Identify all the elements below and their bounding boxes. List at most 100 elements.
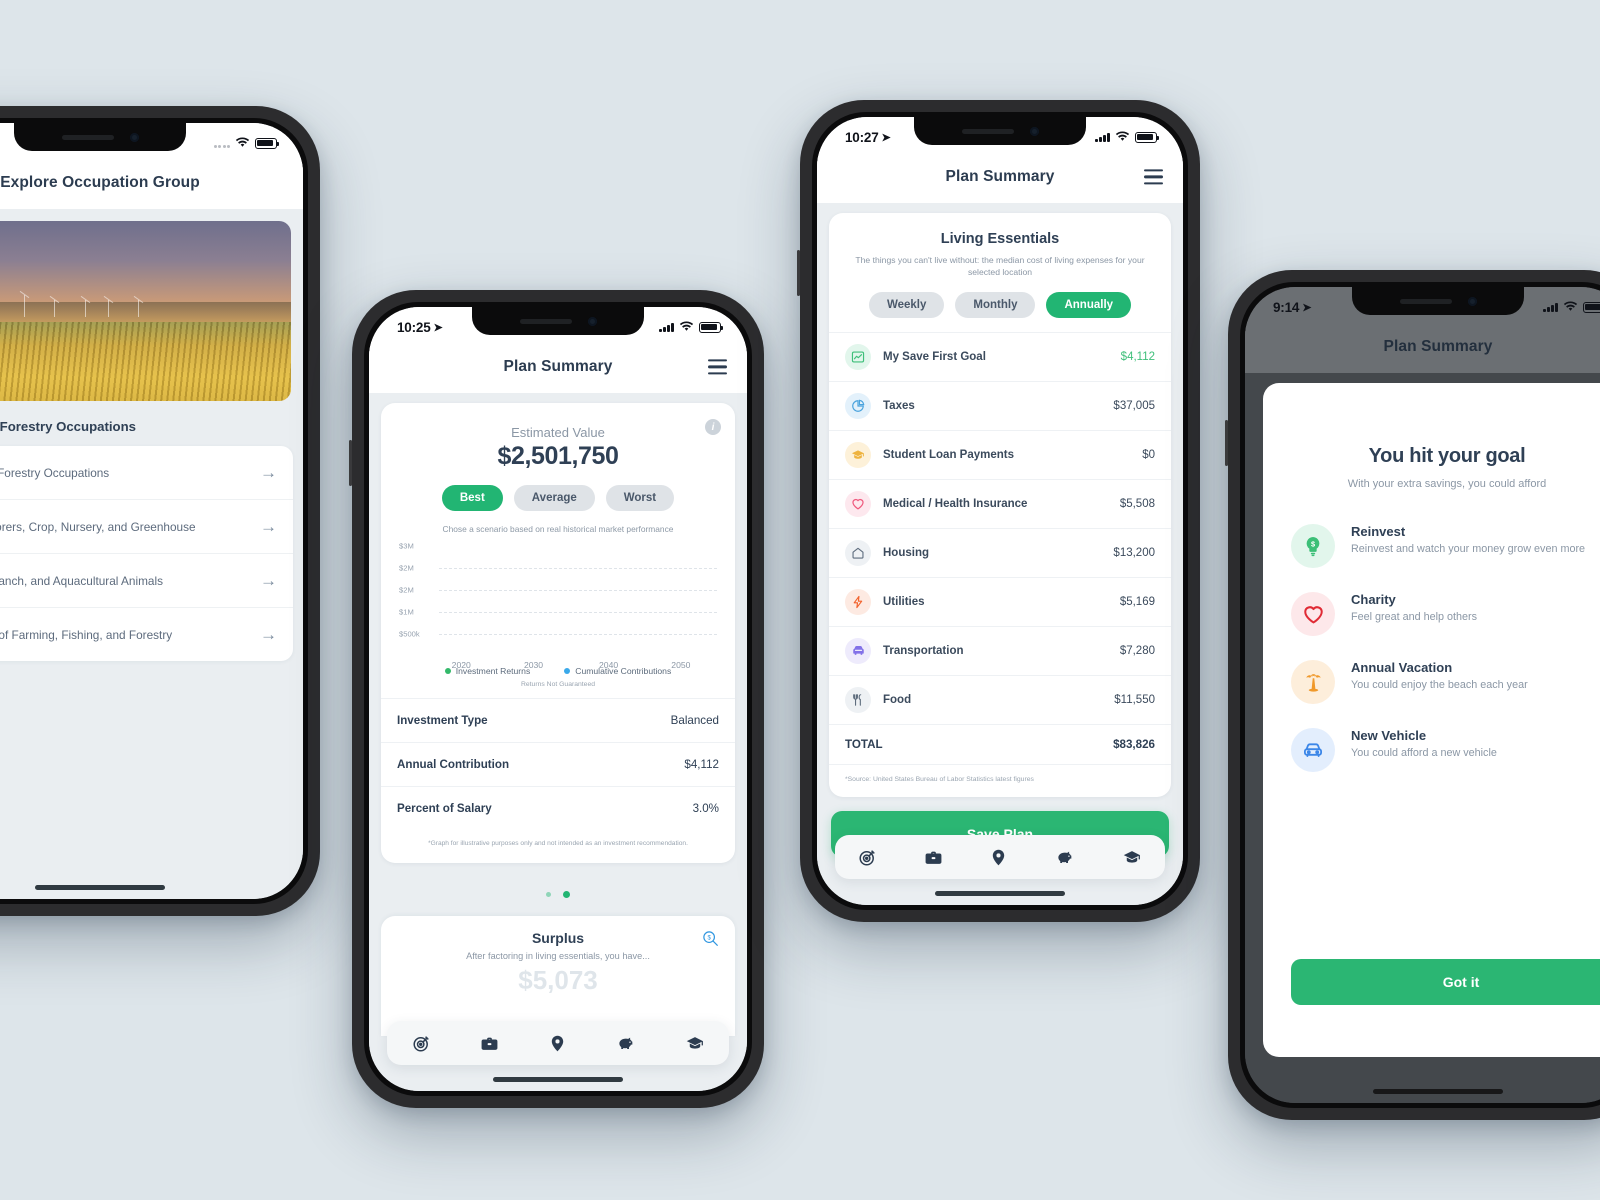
expense-row[interactable]: Taxes $37,005 (829, 380, 1171, 430)
piggy-bank-icon[interactable] (1055, 848, 1075, 867)
scenario-worst-button[interactable]: Worst (605, 485, 675, 511)
battery-icon (255, 137, 280, 149)
status-time: 10:25 (397, 319, 431, 335)
x-tick-label: 2020 (451, 660, 471, 670)
option-text: Reinvest Reinvest and watch your money g… (1351, 524, 1585, 557)
goal-modal-sheet: You hit your goal With your extra saving… (1263, 383, 1600, 1057)
modal-title: You hit your goal (1368, 445, 1526, 467)
phone-screen: 10:25 ➤ Plan Summary i Estimated Value $… (369, 307, 747, 1091)
expense-row[interactable]: Utilities $5,169 (829, 576, 1171, 626)
expense-row[interactable]: Student Loan Payments $0 (829, 429, 1171, 479)
briefcase-icon[interactable] (480, 1034, 499, 1053)
list-item[interactable]: e Supervisors of Farming, Fishing, and F… (0, 608, 293, 661)
phone-bezel: 10:27 ➤ Plan Summary Living Essentials T… (812, 112, 1188, 910)
screenshot-stage: ➤ Explore Occupation Group (0, 0, 1600, 1200)
option-row-reinvest[interactable]: $ Reinvest Reinvest and watch your money… (1263, 512, 1600, 580)
option-description: You could enjoy the beach each year (1351, 679, 1528, 691)
page-dot-2-active[interactable] (563, 891, 570, 898)
home-indicator[interactable] (493, 1077, 623, 1082)
piggy-bank-icon[interactable] (616, 1034, 636, 1053)
expense-name: Housing (883, 546, 929, 559)
option-text: New Vehicle You could afford a new vehic… (1351, 728, 1497, 761)
menu-icon[interactable] (1144, 169, 1163, 185)
surplus-amount: $5,073 (518, 965, 598, 995)
expense-row[interactable]: Food $11,550 (829, 674, 1171, 724)
status-right (1543, 300, 1600, 315)
earpiece-speaker (1399, 298, 1452, 304)
scenario-average-button[interactable]: Average (513, 485, 595, 511)
page-dot-1[interactable] (546, 892, 551, 897)
info-icon[interactable]: i (705, 419, 721, 435)
detail-row-investment-type: Investment Type Balanced (381, 698, 735, 742)
location-pin-icon[interactable] (548, 1034, 567, 1053)
expense-value: $7,280 (1119, 644, 1155, 657)
home-indicator[interactable] (935, 891, 1065, 896)
car-icon (1291, 728, 1335, 772)
status-left: 10:25 ➤ (397, 320, 443, 335)
surplus-subtitle: After factoring in living essentials, yo… (466, 951, 650, 961)
period-weekly-button[interactable]: Weekly (868, 291, 945, 318)
expense-row[interactable]: Medical / Health Insurance $5,508 (829, 478, 1171, 528)
period-selector: Weekly Monthly Annually (829, 291, 1171, 318)
menu-icon[interactable] (708, 359, 727, 375)
notch (1352, 287, 1524, 315)
page-title: Explore Occupation Group (0, 174, 200, 191)
list-item[interactable]: rkers and Laborers, Crop, Nursery, and G… (0, 500, 293, 554)
nav-bar: Plan Summary (369, 341, 747, 393)
page-indicator[interactable] (369, 873, 747, 912)
expense-row[interactable]: Housing $13,200 (829, 527, 1171, 577)
home-icon (845, 539, 871, 566)
briefcase-icon[interactable] (924, 848, 943, 867)
wifi-icon (1115, 130, 1130, 145)
card-subtitle: The things you can't live without: the m… (855, 255, 1145, 278)
option-row-new-vehicle[interactable]: New Vehicle You could afford a new vehic… (1263, 716, 1600, 784)
goal-target-icon[interactable] (858, 848, 877, 867)
option-row-charity[interactable]: Charity Feel great and help others (1263, 580, 1600, 648)
location-pin-icon[interactable] (989, 848, 1008, 867)
home-indicator[interactable] (1373, 1089, 1503, 1094)
list-item[interactable]: , Fishing, and Forestry Occupations → (0, 446, 293, 500)
goal-target-icon[interactable] (412, 1034, 431, 1053)
chart-line-icon (845, 343, 871, 370)
expense-row[interactable]: Transportation $7,280 (829, 625, 1171, 675)
graduation-cap-icon[interactable] (1122, 848, 1142, 867)
home-indicator[interactable] (35, 885, 165, 890)
hero-image-landscape (0, 221, 291, 401)
option-description: Feel great and help others (1351, 611, 1478, 623)
page-body: Living Essentials The things you can't l… (817, 203, 1183, 905)
cellular-signal-icon (659, 322, 674, 332)
battery-icon (1583, 301, 1600, 313)
expense-name: Medical / Health Insurance (883, 497, 1028, 510)
estimated-value-block: i Estimated Value $2,501,750 (381, 403, 735, 471)
scenario-best-button[interactable]: Best (441, 485, 503, 511)
list-item-label: rkers, Farm, Ranch, and Aquacultural Ani… (0, 573, 163, 588)
detail-key: Percent of Salary (397, 802, 492, 815)
option-title: Reinvest (1351, 524, 1406, 539)
expense-row[interactable]: My Save First Goal $4,112 (829, 331, 1171, 381)
svg-text:$: $ (707, 936, 711, 942)
got-it-button[interactable]: Got it (1291, 959, 1600, 1005)
period-monthly-button[interactable]: Monthly (955, 291, 1036, 318)
phone-bezel: ➤ Explore Occupation Group (0, 118, 308, 904)
bottom-tab-bar (387, 1021, 729, 1065)
expense-value: $5,169 (1119, 595, 1155, 608)
expense-name: Taxes (883, 399, 915, 412)
period-annually-button[interactable]: Annually (1046, 291, 1132, 318)
expense-value: $0 (1142, 448, 1155, 461)
expense-value: $4,112 (1120, 350, 1155, 363)
detail-row-percent-of-salary: Percent of Salary 3.0% (381, 786, 735, 830)
wifi-icon (679, 320, 694, 335)
details-list: Investment Type Balanced Annual Contribu… (381, 698, 735, 830)
option-row-annual-vacation[interactable]: Annual Vacation You could enjoy the beac… (1263, 648, 1600, 716)
y-tick-label: $2M (399, 563, 414, 573)
expense-name: Transportation (883, 644, 964, 657)
expense-name: Student Loan Payments (883, 448, 1014, 461)
list-item[interactable]: rkers, Farm, Ranch, and Aquacultural Ani… (0, 554, 293, 608)
graduation-cap-icon[interactable] (685, 1034, 705, 1053)
x-tick-label: 2040 (599, 660, 619, 670)
chart-bars (439, 544, 717, 642)
lightbulb-dollar-icon: $ (1291, 524, 1335, 568)
arrow-right-icon: → (260, 517, 277, 536)
surplus-card: $ Surplus After factoring in living esse… (381, 916, 735, 1036)
magnifier-dollar-icon[interactable]: $ (702, 930, 719, 952)
